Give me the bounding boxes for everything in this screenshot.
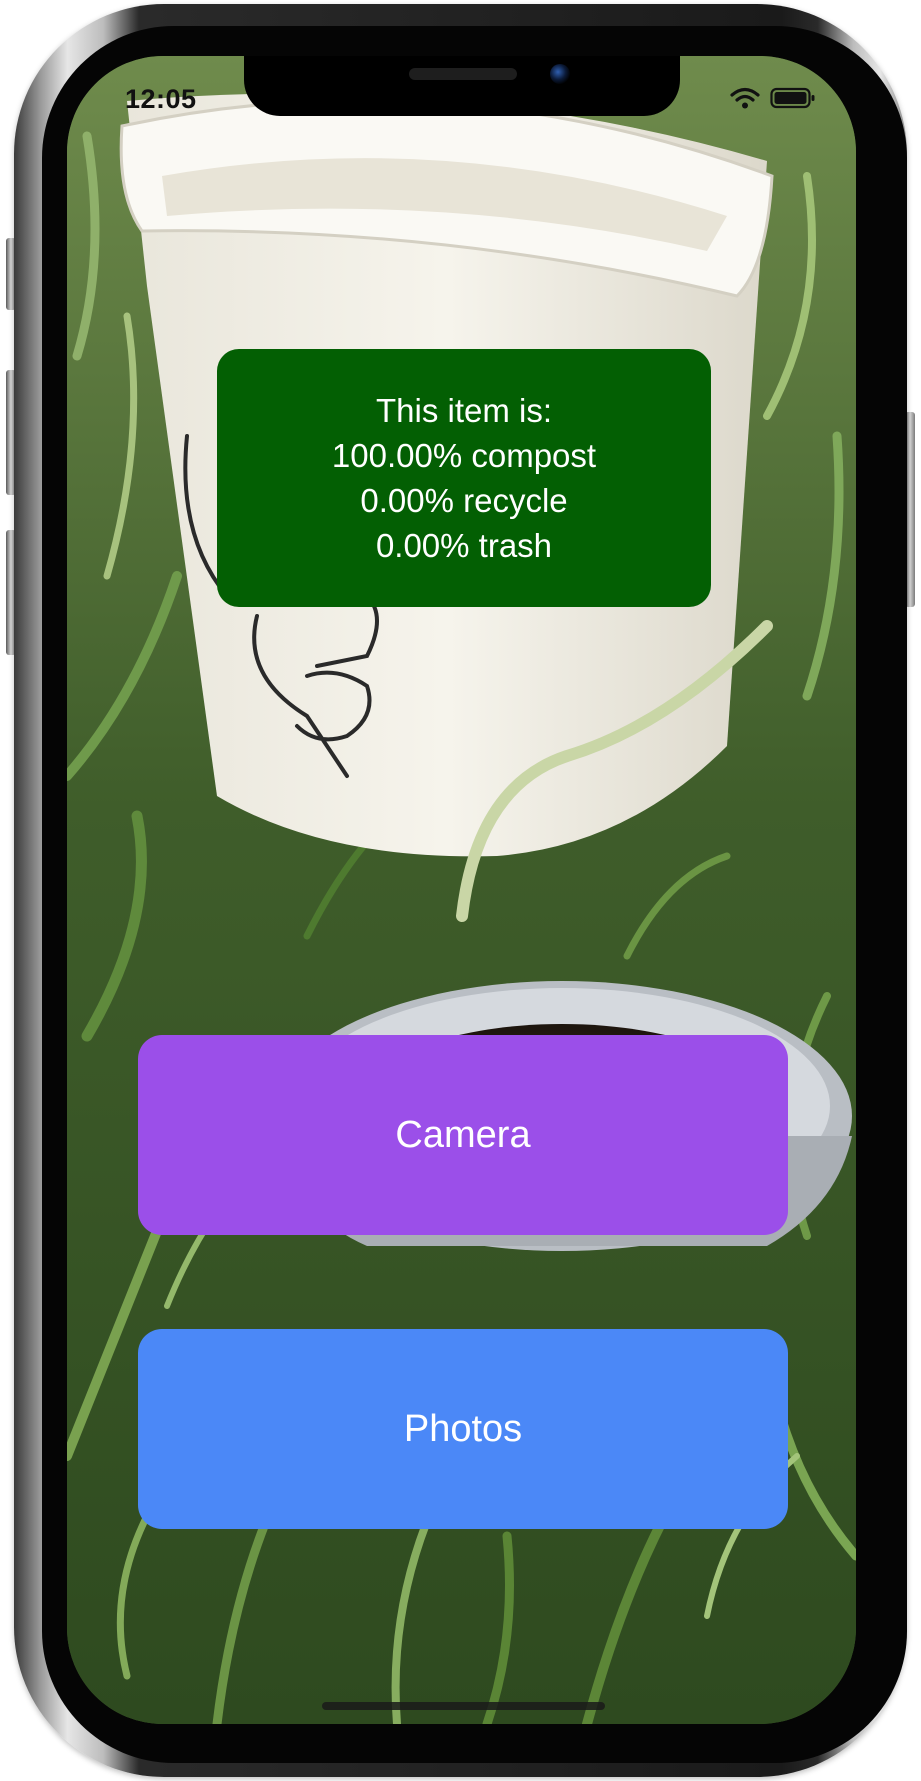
camera-button[interactable]: Camera xyxy=(138,1035,788,1235)
wifi-icon xyxy=(730,87,760,109)
result-heading: This item is: xyxy=(375,392,553,429)
result-trash: 0.00% trash xyxy=(375,527,553,564)
app-screen: 12:05 This item is: 100.00% compost 0.00… xyxy=(67,56,856,1724)
battery-icon xyxy=(770,87,815,109)
device-mockup: 12:05 This item is: 100.00% compost 0.00… xyxy=(0,0,921,1781)
status-time: 12:05 xyxy=(125,84,197,114)
result-recycle: 0.00% recycle xyxy=(360,482,568,519)
status-icons xyxy=(730,87,816,109)
classification-result: This item is: 100.00% compost 0.00% recy… xyxy=(217,349,711,607)
camera-notch xyxy=(244,56,680,116)
home-indicator[interactable] xyxy=(322,1702,605,1710)
result-compost: 100.00% compost xyxy=(331,437,597,474)
earpiece-speaker xyxy=(409,68,517,80)
front-camera xyxy=(550,64,570,84)
photos-button[interactable]: Photos xyxy=(138,1329,788,1529)
